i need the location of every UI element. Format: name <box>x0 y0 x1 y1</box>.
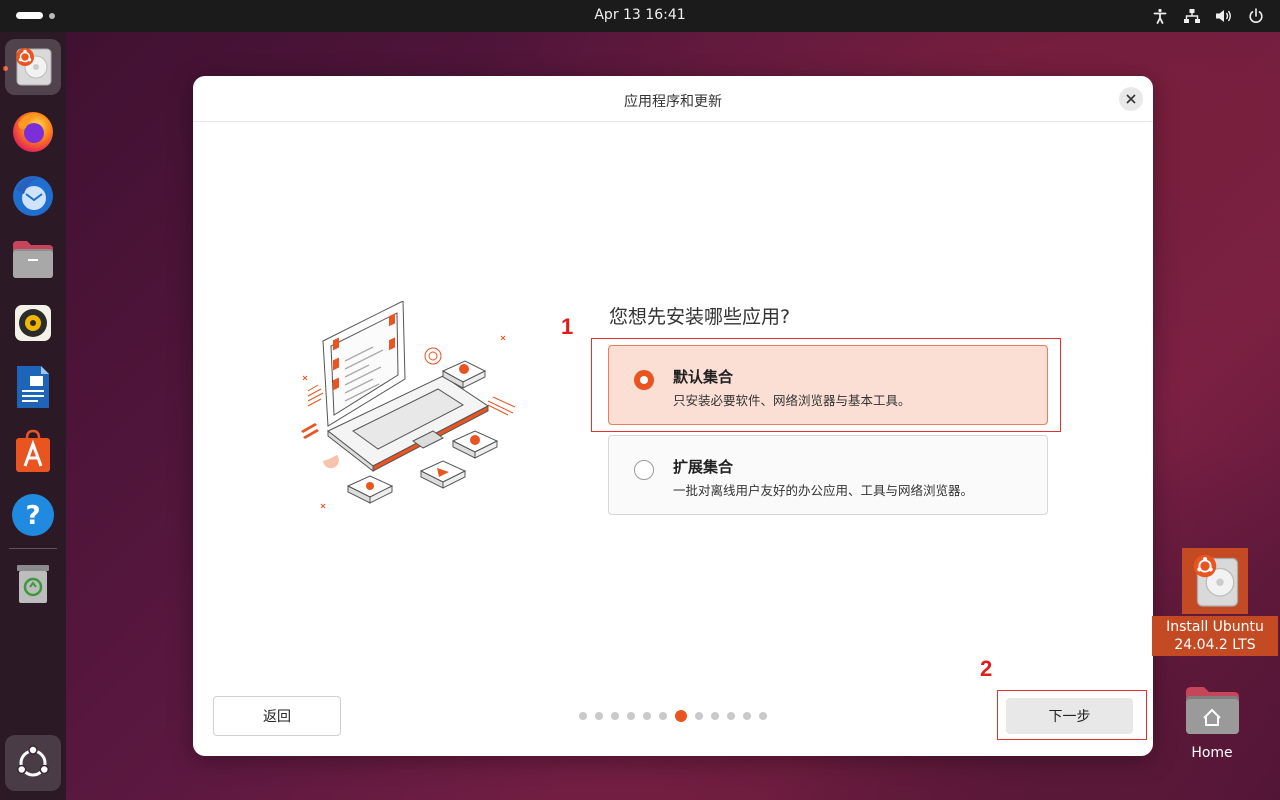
dock-trash[interactable] <box>5 556 61 612</box>
page-dot <box>595 712 603 720</box>
dock: ? <box>0 32 66 800</box>
app-center-icon <box>16 429 50 472</box>
desktop-home-label: Home <box>1191 745 1233 761</box>
ubuntu-apps-icon <box>16 745 50 777</box>
trash-icon <box>17 565 49 603</box>
rhythmbox-icon <box>15 305 51 341</box>
power-icon[interactable] <box>1246 6 1266 26</box>
dock-thunderbird[interactable] <box>5 167 61 223</box>
dock-firefox[interactable] <box>5 103 61 159</box>
page-dot-current <box>675 710 687 722</box>
dock-rhythmbox[interactable] <box>5 295 61 351</box>
writer-icon <box>17 366 49 408</box>
desktop-install-label: Install Ubuntu 24.04.2 LTS <box>1152 616 1278 656</box>
dock-files[interactable] <box>5 231 61 287</box>
annotation-box-2 <box>997 690 1147 740</box>
network-icon[interactable] <box>1182 6 1202 26</box>
system-tray[interactable] <box>1150 6 1266 26</box>
laptop-illustration <box>301 301 516 509</box>
dialog-title: 应用程序和更新 <box>624 94 722 110</box>
installer-disk-icon <box>16 48 52 86</box>
option-extended-title: 扩展集合 <box>673 458 734 476</box>
workspace-dot <box>49 12 55 19</box>
desktop-install-label-line2: 24.04.2 LTS <box>1174 637 1256 653</box>
workspace-active-pill <box>16 12 43 19</box>
page-dot <box>759 712 767 720</box>
page-dot <box>627 712 635 720</box>
clock[interactable]: Apr 13 16:41 <box>594 7 685 23</box>
page-dot <box>695 712 703 720</box>
installer-disk-icon <box>1193 554 1239 607</box>
annotation-label-2: 2 <box>980 656 993 681</box>
dock-separator <box>9 548 57 549</box>
radio-extended[interactable] <box>634 460 654 480</box>
dock-app-center[interactable] <box>5 423 61 479</box>
close-icon <box>1126 94 1136 104</box>
option-extended[interactable]: 扩展集合 一批对离线用户友好的办公应用、工具与网络浏览器。 <box>608 435 1048 515</box>
desktop-home[interactable]: Home <box>1152 682 1272 762</box>
thunderbird-icon <box>13 176 53 216</box>
page-dot <box>711 712 719 720</box>
option-extended-description: 一批对离线用户友好的办公应用、工具与网络浏览器。 <box>673 483 974 498</box>
desktop-install-ubuntu[interactable]: Install Ubuntu 24.04.2 LTS <box>1152 548 1278 656</box>
question-heading: 您想先安装哪些应用? <box>609 306 791 328</box>
home-folder-icon <box>1186 687 1239 734</box>
page-dot <box>659 712 667 720</box>
page-dot <box>743 712 751 720</box>
files-icon <box>13 241 53 278</box>
page-dot <box>727 712 735 720</box>
dock-writer[interactable] <box>5 359 61 415</box>
help-icon: ? <box>12 494 54 536</box>
dock-help[interactable]: ? <box>5 487 61 543</box>
page-dot <box>611 712 619 720</box>
back-button[interactable]: 返回 <box>213 696 341 736</box>
accessibility-icon[interactable] <box>1150 6 1170 26</box>
desktop-install-label-line1: Install Ubuntu <box>1166 619 1264 635</box>
dialog-header: 应用程序和更新 <box>193 76 1153 122</box>
svg-text:?: ? <box>25 501 40 531</box>
volume-icon[interactable] <box>1214 6 1234 26</box>
activities-indicator[interactable] <box>16 12 55 19</box>
annotation-box-1 <box>591 338 1061 432</box>
desktop-install-icon-frame <box>1182 548 1248 614</box>
page-dot <box>579 712 587 720</box>
page-dot <box>643 712 651 720</box>
firefox-icon <box>13 112 53 152</box>
dock-install-ubuntu[interactable] <box>5 39 61 95</box>
annotation-label-1: 1 <box>561 314 574 339</box>
show-apps-button[interactable] <box>5 735 61 791</box>
top-bar: Apr 13 16:41 <box>0 0 1280 32</box>
page-indicator <box>579 710 767 722</box>
close-button[interactable] <box>1119 87 1143 111</box>
